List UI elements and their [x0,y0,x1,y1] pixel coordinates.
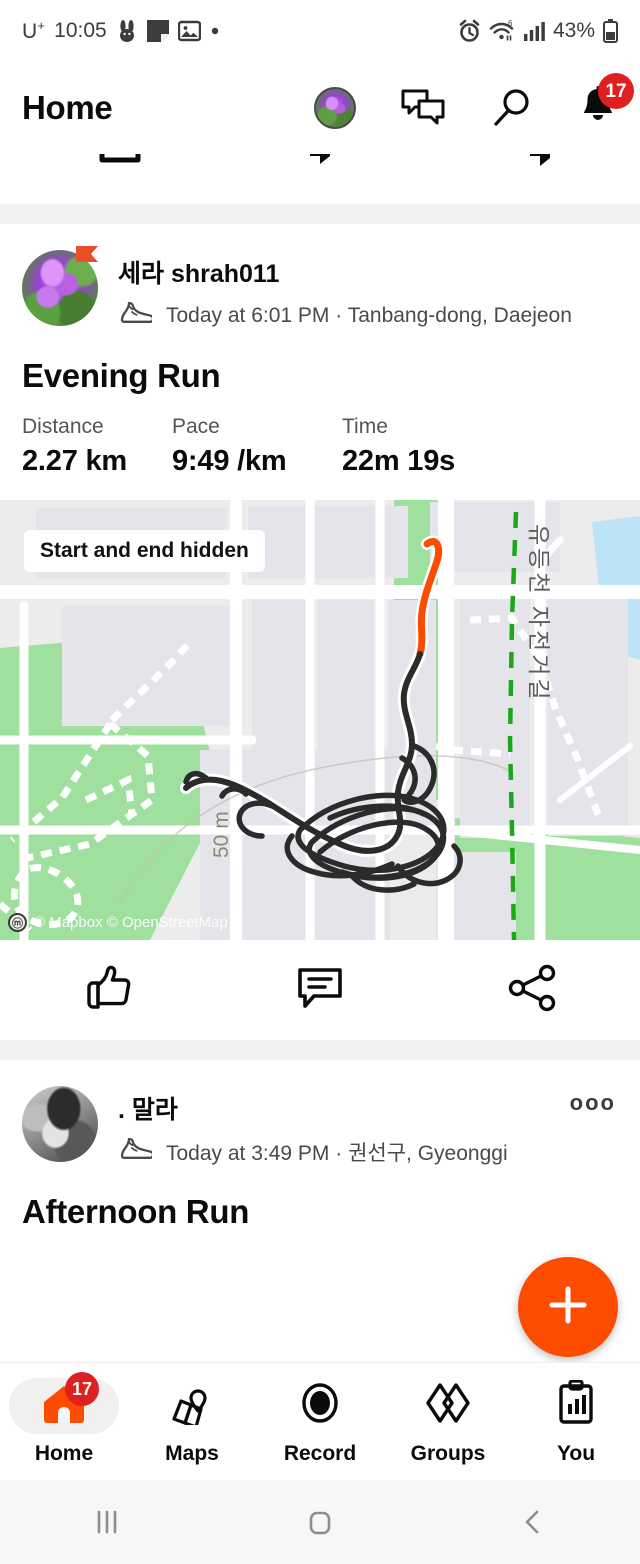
map-attribution[interactable]: ⓜ © Mapbox © OpenStreetMap [8,913,228,932]
dot-icon [210,26,220,36]
post-author-name[interactable]: . 말라 [118,1090,508,1126]
messages-icon[interactable] [400,88,446,128]
mapbox-logo-icon: ⓜ [8,913,27,932]
shoe-icon [118,1136,155,1167]
nav-item-home[interactable]: 17 Home [0,1371,128,1466]
map-scale-label: 50 m [210,811,233,858]
nav-item-maps[interactable]: Maps [128,1378,256,1466]
stat-value: 22m 19s [342,445,456,477]
status-time: 10:05 [54,19,107,42]
activity-stats: Distance 2.27 km Pace 9:49 /km Time 22m … [0,395,640,500]
rabbit-icon [116,19,138,43]
activity-map[interactable]: 50 m 유등천 자전거길 Start and end hidden ⓜ © M… [0,500,640,940]
wifi-icon: 6 [489,19,515,43]
stat-time: Time 22m 19s [342,415,455,478]
post-action-bar [0,940,640,1040]
nav-label-groups: Groups [410,1441,486,1465]
notifications-icon[interactable]: 17 [578,73,634,130]
nav-item-record[interactable]: Record [256,1378,384,1466]
like-button[interactable] [0,959,213,1022]
stat-label: Distance [22,415,104,438]
photo-icon [177,20,201,42]
back-icon[interactable] [427,1505,640,1539]
nav-label-record: Record [283,1441,357,1465]
nav-home-badge: 17 [65,1371,99,1406]
stat-value: 2.27 km [22,445,128,477]
notification-badge: 17 [598,73,634,109]
profile-avatar-button[interactable] [314,87,356,129]
signal-icon [523,20,545,42]
activity-feed[interactable]: 세라 shrah011 Today at 6:01 PM · Tanbang-d… [0,154,640,1446]
stat-pace: Pace 9:49 /km [172,415,342,478]
post-header: 세라 shrah011 Today at 6:01 PM · Tanbang-d… [0,224,640,331]
previous-post-partial[interactable] [0,154,640,204]
post-subtitle: Today at 6:01 PM · Tanbang-dong, Daejeon [166,303,572,327]
app-screen: U+ 10:05 6 43% Home 17 세라 shrah011 Today… [0,0,640,1564]
status-bar: U+ 10:05 6 43% [0,0,640,62]
post-overflow-menu-icon[interactable]: ooo [570,1090,616,1116]
nav-label-home: Home [34,1441,94,1465]
comment-icon-partial [292,154,348,177]
thumbs-up-icon-partial [92,154,148,177]
feed-post-2[interactable]: . 말라 Today at 3:49 PM · 권선구, Gyeonggi oo… [0,1060,640,1231]
comment-icon [292,962,348,1019]
record-fab-button[interactable] [518,1257,618,1357]
groups-icon [422,1381,474,1430]
battery-icon [603,19,618,43]
maps-icon [168,1381,216,1430]
stat-distance: Distance 2.27 km [22,415,172,478]
post-header-2: . 말라 Today at 3:49 PM · 권선구, Gyeonggi oo… [0,1060,640,1167]
nav-item-you[interactable]: You [512,1378,640,1466]
nav-item-groups[interactable]: Groups [384,1378,512,1466]
avatar[interactable] [22,246,98,326]
battery-percent: 43% [552,19,595,42]
thumbs-up-icon [78,959,136,1022]
feed-post[interactable]: 세라 shrah011 Today at 6:01 PM · Tanbang-d… [0,224,640,1040]
nav-label-you: You [556,1441,596,1465]
note-icon [146,20,169,42]
svg-text:유등천 자전거길: 유등천 자전거길 [526,524,552,703]
feed-divider-2 [0,1040,640,1060]
bottom-navigation: 17 Home Maps Record Groups You [0,1362,640,1480]
carrier-label: U+ [22,18,46,43]
nav-label-maps: Maps [165,1441,219,1465]
map-privacy-chip: Start and end hidden [24,530,265,572]
activity-title-2[interactable]: Afternoon Run [0,1167,640,1231]
map-path-label: 유등천 자전거길 [526,524,552,703]
alarm-icon [458,19,481,43]
shoe-icon [118,300,155,331]
feed-divider [0,204,640,224]
map-attribution-text: © Mapbox © OpenStreetMap [34,914,228,931]
search-icon[interactable] [490,86,534,130]
android-navigation-bar [0,1480,640,1564]
stat-value: 9:49 /km [172,445,287,477]
post-author-name[interactable]: 세라 shrah011 [118,254,572,290]
activity-title[interactable]: Evening Run [0,331,640,395]
share-icon-partial [512,154,568,177]
home-icon[interactable] [213,1505,426,1539]
comment-button[interactable] [213,962,426,1019]
you-icon [554,1379,598,1431]
page-title: Home [22,89,113,126]
record-icon [296,1380,344,1431]
stat-label: Time [342,415,388,438]
post-subtitle: Today at 3:49 PM · 권선구, Gyeonggi [166,1141,508,1165]
avatar[interactable] [22,1086,98,1162]
app-header: Home 17 [0,62,640,154]
share-icon [505,962,561,1019]
stat-label: Pace [172,415,220,438]
plus-icon [543,1280,593,1335]
flag-icon [74,244,108,279]
recents-icon[interactable] [0,1505,213,1539]
svg-text:6: 6 [508,19,513,28]
share-button[interactable] [427,962,640,1019]
